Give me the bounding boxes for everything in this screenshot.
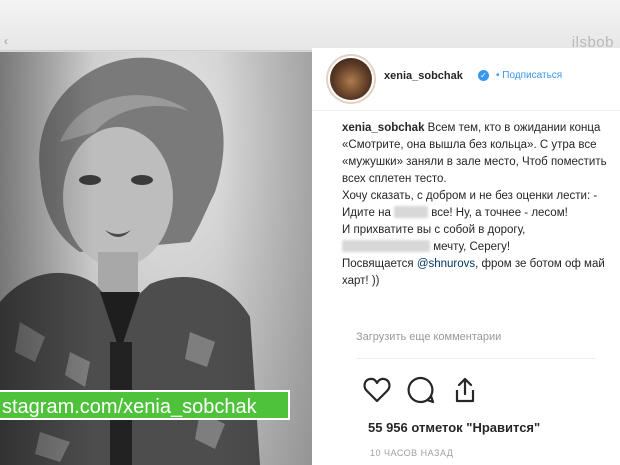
divider <box>356 358 596 359</box>
caption-author[interactable]: xenia_sobchak <box>342 122 424 134</box>
back-icon[interactable]: ‹ <box>4 34 8 48</box>
follow-button[interactable]: • Подписаться <box>496 70 562 81</box>
post-actions <box>362 375 502 405</box>
like-heart-icon[interactable] <box>362 375 392 405</box>
browser-top-bar: ‹ ilsbob <box>0 0 620 51</box>
instagram-post-card: xenia_sobchak ✓ • Подписаться xenia_sobc… <box>312 48 620 465</box>
load-more-comments-link[interactable]: Загрузить еще комментарии <box>356 331 501 343</box>
likes-count[interactable]: 55 956 отметок "Нравится" <box>368 420 540 435</box>
instagram-url-label: stagram.com/xenia_sobchak <box>0 390 290 420</box>
avatar[interactable] <box>330 58 372 100</box>
caption-text-2b: все! Ну, а точнее - лесом! <box>431 207 568 219</box>
post-caption: xenia_sobchak Всем тем, кто в ожидании к… <box>342 120 614 290</box>
post-time-ago: 10 ЧАСОВ НАЗАД <box>370 448 454 458</box>
post-username[interactable]: xenia_sobchak <box>384 70 463 82</box>
share-icon[interactable] <box>450 375 480 405</box>
post-photo: stagram.com/xenia_sobchak <box>0 52 312 465</box>
verified-badge-icon: ✓ <box>478 70 489 81</box>
blurred-word <box>394 206 429 218</box>
caption-text-3a: И прихватите вы с собой в дорогу, <box>342 224 526 236</box>
blurred-name <box>342 240 430 252</box>
caption-text-3b: мечту, Серегу! <box>433 241 511 253</box>
caption-text-4a: Посвящается <box>342 258 414 270</box>
mention-link[interactable]: @shnurovs <box>417 258 475 270</box>
comment-bubble-icon[interactable] <box>406 375 436 405</box>
post-header: xenia_sobchak ✓ • Подписаться <box>312 48 620 111</box>
